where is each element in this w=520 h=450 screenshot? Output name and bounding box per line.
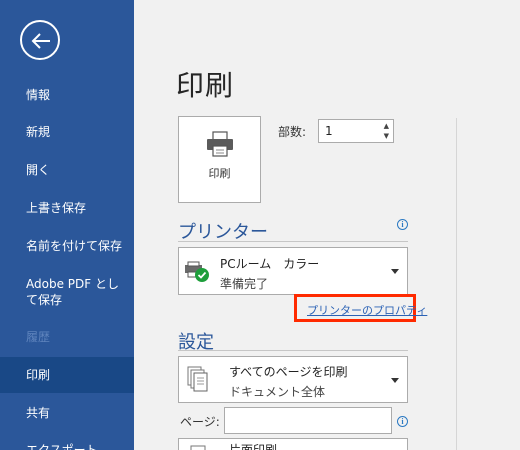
back-button[interactable] (20, 20, 60, 60)
sidebar-item-save[interactable]: 上書き保存 (0, 190, 134, 226)
sidebar-item-label: 上書き保存 (26, 201, 87, 215)
sidebar-item-share[interactable]: 共有 (0, 395, 134, 431)
sidebar-item-open[interactable]: 開く (0, 152, 134, 188)
print-button-label: 印刷 (208, 167, 231, 180)
printer-heading-underline (178, 241, 408, 242)
sidebar-item-print[interactable]: 印刷 (0, 357, 134, 393)
print-range-subtitle: ドキュメント全体 (229, 385, 326, 399)
chevron-down-icon (391, 269, 399, 274)
sidebar-item-save-as-adobe-pdf[interactable]: Adobe PDF として保存 (0, 268, 134, 316)
sidebar-item-label: Adobe PDF として保存 (26, 277, 119, 307)
sides-title: 片面印刷 (229, 443, 278, 450)
printer-dropdown[interactable]: PCルーム カラー 準備完了 (178, 247, 408, 295)
decrement-arrow-icon[interactable]: ▼ (384, 132, 389, 140)
sidebar-item-info[interactable]: 情報 (0, 77, 134, 113)
sidebar-item-label: 新規 (26, 125, 51, 139)
print-range-dropdown[interactable]: すべてのページを印刷 ドキュメント全体 (178, 356, 408, 403)
printer-ready-icon (185, 261, 209, 282)
sidebar-item-label: 印刷 (26, 368, 51, 382)
printer-status: 準備完了 (220, 277, 269, 291)
copies-value: 1 (325, 124, 333, 138)
info-icon[interactable]: i (397, 416, 408, 427)
info-icon[interactable]: i (397, 219, 408, 230)
all-pages-icon (187, 366, 208, 392)
sides-dropdown[interactable]: 片面印刷 (178, 438, 408, 450)
sidebar-item-label: 名前を付けて保存 (26, 239, 123, 253)
sidebar-item-history: 履歴 (0, 319, 134, 355)
sidebar-item-label: 情報 (26, 88, 51, 102)
chevron-down-icon (391, 378, 399, 383)
sidebar-item-save-as[interactable]: 名前を付けて保存 (0, 228, 134, 264)
sidebar-item-new[interactable]: 新規 (0, 114, 134, 150)
back-arrow-icon (31, 33, 50, 49)
backstage-sidebar: 情報 新規 開く 上書き保存 名前を付けて保存 Adobe PDF として保存 … (0, 0, 134, 450)
sidebar-item-label: 開く (26, 163, 51, 177)
page-title: 印刷 (176, 69, 235, 102)
printer-name: PCルーム カラー (220, 257, 320, 271)
copies-label: 部数: (278, 125, 307, 139)
pages-label: ページ: (180, 415, 220, 429)
preview-divider (456, 118, 457, 450)
one-sided-icon (190, 445, 206, 450)
printer-icon (207, 131, 233, 157)
settings-heading-underline (178, 350, 408, 351)
printer-properties-highlight: プリンターのプロパティ (294, 294, 427, 322)
increment-arrow-icon[interactable]: ▲ (384, 122, 389, 130)
sidebar-item-export[interactable]: エクスポート (0, 432, 134, 450)
printer-properties-link[interactable]: プリンターのプロパティ (307, 302, 427, 318)
print-range-title: すべてのページを印刷 (229, 365, 348, 379)
pages-input[interactable] (224, 407, 392, 434)
sidebar-item-label: 履歴 (26, 330, 51, 344)
copies-stepper[interactable]: 1 ▲ ▼ (318, 119, 394, 143)
sidebar-item-label: 共有 (26, 406, 51, 420)
print-button[interactable]: 印刷 (178, 116, 261, 203)
sidebar-item-label: エクスポート (26, 443, 98, 450)
